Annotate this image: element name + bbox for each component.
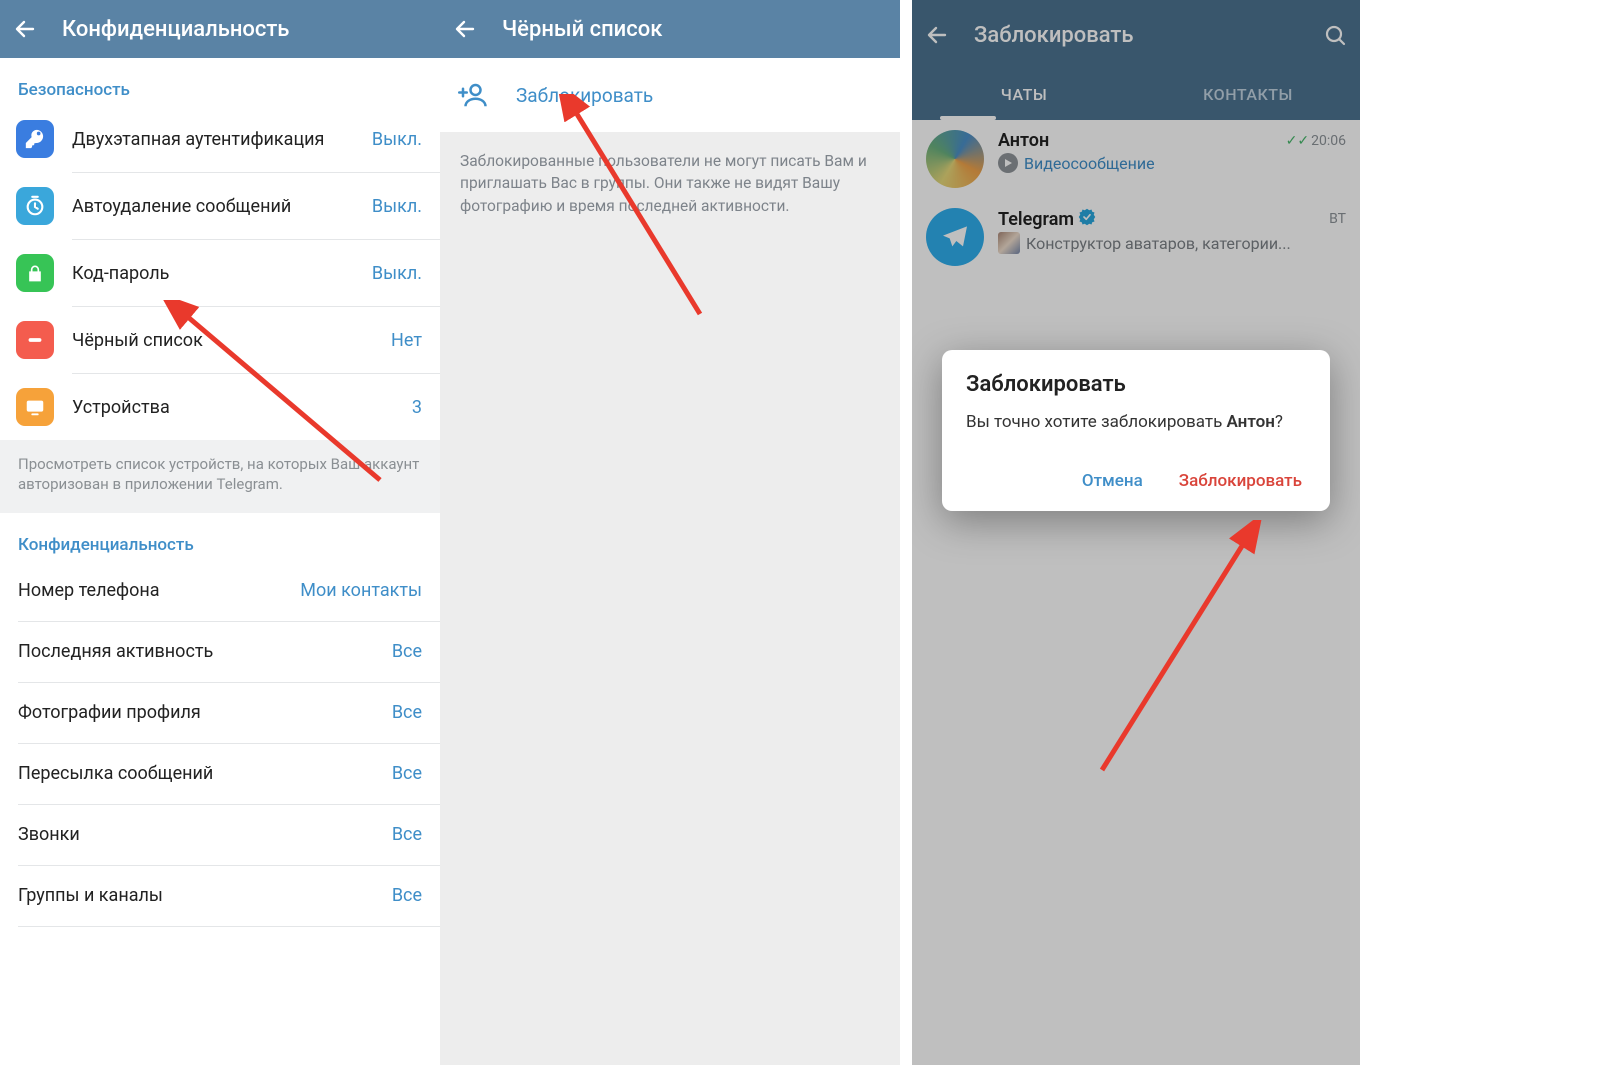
block-picker-screen: Заблокировать ЧАТЫ КОНТАКТЫ Антон ✓✓20:0… (912, 0, 1360, 1065)
play-icon (998, 153, 1018, 173)
row-value: Все (392, 641, 422, 662)
privacy-settings-screen: Конфиденциальность Безопасность Двухэтап… (0, 0, 440, 1065)
tab-chats[interactable]: ЧАТЫ (912, 70, 1136, 120)
header: Конфиденциальность (0, 0, 440, 58)
back-button[interactable] (448, 12, 482, 46)
row-value: Все (392, 885, 422, 906)
row-label: Группы и каналы (18, 885, 163, 906)
add-person-icon (458, 80, 488, 110)
back-button[interactable] (920, 18, 954, 52)
chat-name: Telegram (998, 209, 1074, 230)
blacklist-info-text: Заблокированные пользователи не могут пи… (440, 132, 900, 217)
row-value: Все (392, 824, 422, 845)
row-label: Код-пароль (72, 263, 169, 284)
row-label: Пересылка сообщений (18, 763, 213, 784)
divider (18, 926, 440, 927)
chat-subtitle: Конструктор аватаров, категории... (1026, 234, 1291, 253)
blacklist-screen: Чёрный список Заблокировать Заблокирован… (440, 0, 900, 1065)
row-label: Чёрный список (72, 330, 203, 351)
row-label: Номер телефона (18, 580, 160, 601)
security-footer-text: Просмотреть список устройств, на которых… (0, 440, 440, 513)
chat-time: ВТ (1329, 211, 1346, 227)
confirm-block-button[interactable]: Заблокировать (1175, 463, 1306, 499)
chat-list: Антон ✓✓20:06 Видеосообщение (912, 120, 1360, 1065)
chat-subtitle: Видеосообщение (1024, 154, 1155, 173)
header: Чёрный список (440, 0, 900, 58)
block-user-label: Заблокировать (516, 84, 653, 107)
avatar (926, 130, 984, 188)
search-icon (1323, 23, 1347, 47)
blacklist-body: Заблокированные пользователи не могут пи… (440, 132, 900, 1065)
row-phone-number[interactable]: Номер телефона Мои контакты (0, 561, 440, 621)
section-header-privacy: Конфиденциальность (0, 513, 440, 561)
row-value: Выкл. (372, 196, 422, 217)
avatar (926, 208, 984, 266)
row-label: Устройства (72, 397, 170, 418)
chat-row-anton[interactable]: Антон ✓✓20:06 Видеосообщение (912, 120, 1360, 198)
lock-icon (16, 254, 54, 292)
back-arrow-icon (925, 23, 949, 47)
row-profile-photos[interactable]: Фотографии профиля Все (0, 683, 440, 743)
verified-icon (1078, 208, 1096, 230)
row-label: Звонки (18, 824, 80, 845)
chat-row-telegram[interactable]: Telegram ВТ Конструктор аватаров, катего… (912, 198, 1360, 276)
header-title: Заблокировать (974, 23, 1133, 48)
chat-time: ✓✓20:06 (1286, 133, 1346, 149)
row-two-step-auth[interactable]: Двухэтапная аутентификация Выкл. (0, 106, 440, 172)
tabs: ЧАТЫ КОНТАКТЫ (912, 70, 1360, 120)
tab-contacts[interactable]: КОНТАКТЫ (1136, 70, 1360, 120)
row-passcode[interactable]: Код-пароль Выкл. (0, 240, 440, 306)
row-value: Выкл. (372, 129, 422, 150)
header-title: Конфиденциальность (62, 17, 289, 42)
row-value: Все (392, 763, 422, 784)
row-value: 3 (412, 397, 422, 418)
row-label: Двухэтапная аутентификация (72, 129, 324, 150)
telegram-icon (939, 221, 971, 253)
row-autodelete[interactable]: Автоудаление сообщений Выкл. (0, 173, 440, 239)
row-value: Все (392, 702, 422, 723)
row-forwarding[interactable]: Пересылка сообщений Все (0, 744, 440, 804)
row-value: Мои контакты (300, 580, 422, 601)
dialog-body: Вы точно хотите заблокировать Антон? (966, 411, 1306, 435)
back-arrow-icon (13, 17, 37, 41)
row-devices[interactable]: Устройства 3 (0, 374, 440, 440)
row-label: Фотографии профиля (18, 702, 201, 723)
row-calls[interactable]: Звонки Все (0, 805, 440, 865)
timer-icon (16, 187, 54, 225)
header-title: Чёрный список (502, 17, 662, 42)
section-header-security: Безопасность (0, 58, 440, 106)
cancel-button[interactable]: Отмена (1078, 463, 1147, 499)
message-thumbnail (998, 232, 1020, 254)
key-icon (16, 120, 54, 158)
dialog-title: Заблокировать (966, 372, 1306, 397)
confirm-block-dialog: Заблокировать Вы точно хотите заблокиров… (942, 350, 1330, 511)
row-label: Последняя активность (18, 641, 213, 662)
header: Заблокировать (912, 0, 1360, 70)
block-user-action[interactable]: Заблокировать (440, 58, 900, 132)
chat-name: Антон (998, 130, 1049, 151)
back-button[interactable] (8, 12, 42, 46)
row-value: Выкл. (372, 263, 422, 284)
dialog-actions: Отмена Заблокировать (966, 435, 1306, 499)
search-button[interactable] (1318, 18, 1352, 52)
read-checks-icon: ✓✓ (1286, 133, 1309, 149)
row-last-seen[interactable]: Последняя активность Все (0, 622, 440, 682)
devices-icon (16, 388, 54, 426)
row-blacklist[interactable]: Чёрный список Нет (0, 307, 440, 373)
row-label: Автоудаление сообщений (72, 196, 291, 217)
block-icon (16, 321, 54, 359)
row-value: Нет (391, 330, 422, 351)
row-groups-channels[interactable]: Группы и каналы Все (0, 866, 440, 926)
back-arrow-icon (453, 17, 477, 41)
